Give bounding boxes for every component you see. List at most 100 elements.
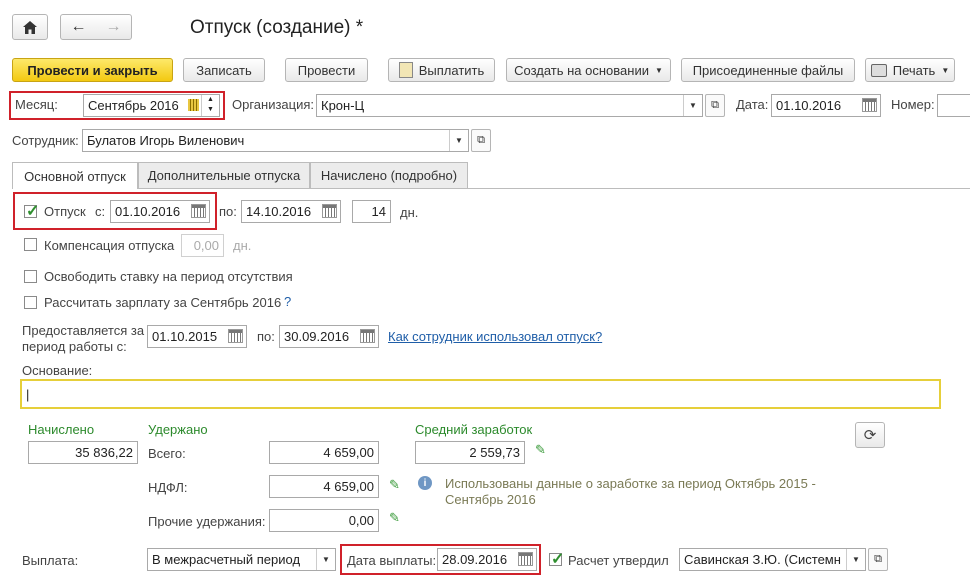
avg-earnings-value: 2 559,73 <box>469 445 520 460</box>
print-button[interactable]: Печать ▼ <box>865 58 955 82</box>
chevron-down-icon: ▼ <box>654 65 663 75</box>
accrued-label: Начислено <box>28 422 95 437</box>
avg-earnings-field: 2 559,73 <box>415 441 525 464</box>
month-value: Сентябрь 2016 <box>88 98 179 113</box>
vacation-checkbox[interactable]: ✓ <box>24 203 39 220</box>
back-arrow-icon[interactable]: ← <box>71 18 87 36</box>
vacation-from-field[interactable]: 01.10.2016 <box>110 200 210 223</box>
calendar-icon[interactable] <box>322 204 337 218</box>
open-employee-button[interactable]: ⧉ <box>471 129 491 152</box>
edit-other-pencil-icon[interactable]: ✎ <box>389 510 400 526</box>
avg-earnings-label: Средний заработок <box>415 422 533 437</box>
calendar-icon[interactable] <box>862 98 877 112</box>
post-button[interactable]: Провести <box>285 58 368 82</box>
refresh-button[interactable]: ⟳ <box>855 422 885 448</box>
approver-field[interactable]: Савинская З.Ю. (Системн ▼ <box>679 548 866 571</box>
other-withholdings-field: 0,00 <box>269 509 379 532</box>
payment-field[interactable]: В межрасчетный период ▼ <box>147 548 336 571</box>
employee-value: Булатов Игорь Виленович <box>87 133 245 148</box>
save-button[interactable]: Записать <box>183 58 265 82</box>
chevron-down-icon[interactable]: ▼ <box>449 130 468 151</box>
vacation-days-label: дн. <box>400 205 419 220</box>
basis-value: | <box>26 386 30 402</box>
vacation-to-label: по: <box>219 204 237 219</box>
vacation-days-field[interactable]: 14 <box>352 200 391 223</box>
period-from-value: 01.10.2015 <box>152 329 218 344</box>
calendar-icon[interactable] <box>188 99 199 111</box>
payment-label: Выплата: <box>22 553 79 568</box>
compensation-label: Компенсация отпуска <box>44 238 175 253</box>
compensation-unit: дн. <box>233 238 252 253</box>
number-field[interactable] <box>937 94 970 117</box>
edit-avg-pencil-icon[interactable]: ✎ <box>535 442 546 458</box>
compensation-checkbox[interactable] <box>24 238 37 251</box>
calendar-icon[interactable] <box>191 204 206 218</box>
chevron-down-icon[interactable]: ▼ <box>683 95 702 116</box>
period-to-value: 30.09.2016 <box>284 329 350 344</box>
tab-additional-vacations[interactable]: Дополнительные отпуска <box>138 162 310 188</box>
compensation-field[interactable]: 0,00 <box>181 234 224 257</box>
approver-value: Савинская З.Ю. (Системн <box>684 552 841 567</box>
home-button[interactable] <box>12 14 48 40</box>
organization-label: Организация: <box>232 97 315 112</box>
other-withholdings-value: 0,00 <box>348 513 374 528</box>
create-based-button[interactable]: Создать на основании ▼ <box>506 58 671 82</box>
period-from-field[interactable]: 01.10.2015 <box>147 325 247 348</box>
check-icon: ✓ <box>26 203 40 220</box>
employee-label: Сотрудник: <box>12 133 79 148</box>
payment-value: В межрасчетный период <box>152 552 301 567</box>
usage-link[interactable]: Как сотрудник использовал отпуск? <box>388 329 602 344</box>
home-icon <box>23 20 37 34</box>
release-rate-checkbox[interactable] <box>24 270 37 283</box>
pay-button-label: Выплатить <box>418 62 485 78</box>
nav-group: ← → <box>60 14 132 40</box>
vacation-label: Отпуск <box>44 204 86 219</box>
period-label-line2: период работы с: <box>22 339 127 354</box>
basis-field[interactable]: | <box>20 379 941 409</box>
info-text-line2: Сентябрь 2016 <box>445 492 536 507</box>
approved-checkbox[interactable]: ✓ <box>549 551 564 568</box>
help-link[interactable]: ? <box>284 294 291 309</box>
employee-field[interactable]: Булатов Игорь Виленович ▼ <box>82 129 469 152</box>
withheld-label: Удержано <box>148 422 208 437</box>
calendar-icon[interactable] <box>518 552 533 566</box>
forward-arrow-icon[interactable]: → <box>106 18 122 36</box>
month-label: Месяц: <box>15 97 58 112</box>
edit-ndfl-pencil-icon[interactable]: ✎ <box>389 477 400 493</box>
month-field[interactable]: Сентябрь 2016 ▲ ▼ <box>83 94 220 117</box>
calc-salary-checkbox[interactable] <box>24 296 37 309</box>
date-label: Дата: <box>736 97 769 112</box>
date-value: 01.10.2016 <box>776 98 842 113</box>
vacation-to-value: 14.10.2016 <box>246 204 312 219</box>
open-approver-button[interactable]: ⧉ <box>868 548 888 571</box>
calendar-icon[interactable] <box>228 329 243 343</box>
ndfl-label: НДФЛ: <box>148 480 188 495</box>
other-withholdings-label: Прочие удержания: <box>148 514 266 529</box>
page-title: Отпуск (создание) * <box>190 17 364 38</box>
withheld-total-value: 4 659,00 <box>323 445 374 460</box>
date-field[interactable]: 01.10.2016 <box>771 94 881 117</box>
approved-label: Расчет утвердил <box>568 553 669 568</box>
post-and-close-button[interactable]: Провести и закрыть <box>12 58 173 82</box>
attachments-button[interactable]: Присоединенные файлы <box>681 58 855 82</box>
tab-main-vacation[interactable]: Основной отпуск <box>12 162 138 189</box>
check-icon: ✓ <box>551 551 565 568</box>
pay-button[interactable]: Выплатить <box>388 58 495 82</box>
chevron-down-icon[interactable]: ▼ <box>846 549 865 570</box>
spin-icon[interactable]: ▲ ▼ <box>201 95 219 116</box>
create-based-label: Создать на основании <box>514 62 649 78</box>
vacation-to-field[interactable]: 14.10.2016 <box>241 200 341 223</box>
organization-field[interactable]: Крон-Ц ▼ <box>316 94 703 117</box>
chevron-down-icon[interactable]: ▼ <box>316 549 335 570</box>
accrued-field: 35 836,22 <box>28 441 138 464</box>
calendar-icon[interactable] <box>360 329 375 343</box>
open-organization-button[interactable]: ⧉ <box>705 94 725 117</box>
pay-date-value: 28.09.2016 <box>442 552 508 567</box>
payment-doc-icon <box>398 62 413 78</box>
organization-value: Крон-Ц <box>321 98 365 113</box>
tab-accrued-detailed[interactable]: Начислено (подробно) <box>310 162 468 188</box>
ndfl-field: 4 659,00 <box>269 475 379 498</box>
period-to-field[interactable]: 30.09.2016 <box>279 325 379 348</box>
pay-date-field[interactable]: 28.09.2016 <box>437 548 537 571</box>
chevron-down-icon: ▼ <box>941 65 950 75</box>
